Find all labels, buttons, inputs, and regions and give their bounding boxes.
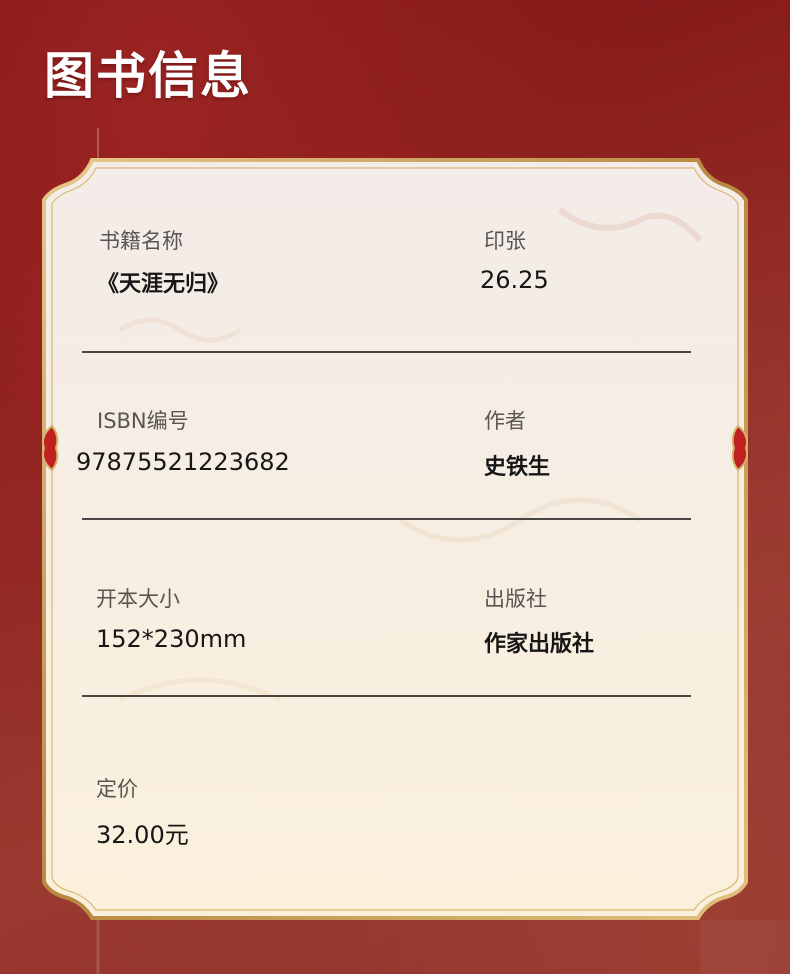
- divider-2: [82, 518, 691, 520]
- divider-1: [82, 351, 691, 353]
- author-value: 史铁生: [484, 455, 551, 480]
- publisher-label: 出版社: [484, 587, 547, 611]
- left-ornament-icon: [42, 424, 59, 472]
- isbn-label: ISBN编号: [97, 409, 189, 433]
- author-label: 作者: [484, 409, 526, 433]
- price-value: 32.00元: [96, 821, 189, 849]
- publisher-value: 作家出版社: [484, 632, 595, 657]
- format-size-value: 152*230mm: [96, 625, 247, 653]
- book-name-label: 书籍名称: [99, 229, 183, 253]
- format-size-label: 开本大小: [96, 587, 180, 611]
- print-sheets-label: 印张: [484, 229, 526, 253]
- isbn-value: 9787552122368​2: [76, 448, 290, 476]
- divider-3: [82, 695, 691, 697]
- print-sheets-value: 26.25: [480, 266, 549, 294]
- book-name-value: 《天涯无归》: [97, 272, 230, 297]
- right-ornament-icon: [731, 424, 748, 472]
- price-label: 定价: [96, 777, 138, 801]
